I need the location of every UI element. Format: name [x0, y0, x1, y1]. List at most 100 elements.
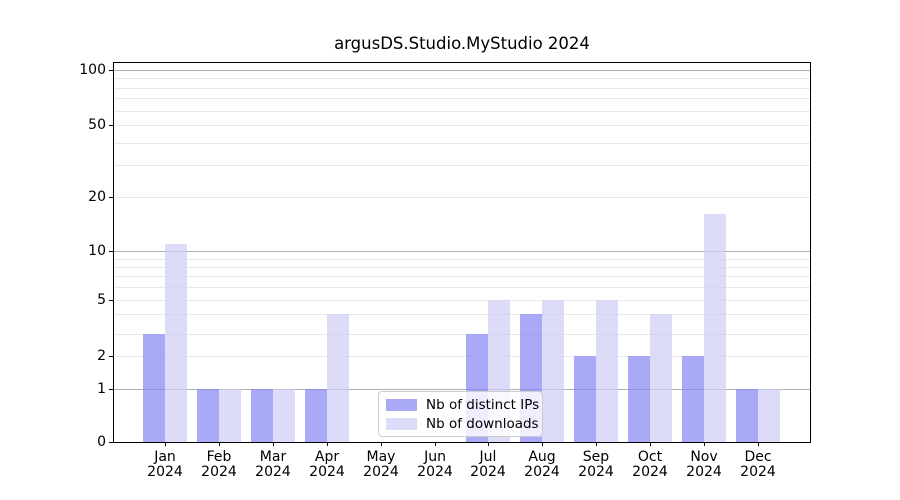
x-tick-label-nov: Nov2024: [674, 450, 734, 480]
x-tick-label-jun: Jun2024: [405, 450, 465, 480]
legend: Nb of distinct IPs Nb of downloads: [378, 391, 543, 437]
x-tick-mark: [542, 442, 543, 446]
y-tick-label-2: 2: [36, 347, 106, 365]
y-tick-mark: [109, 251, 113, 252]
legend-swatch-downloads: [386, 418, 417, 430]
bar-downloads-feb: [219, 389, 241, 442]
y-tick-mark: [109, 197, 113, 198]
x-tick-year: 2024: [135, 465, 195, 480]
gridline-minor: [114, 197, 810, 198]
x-tick-month: May: [351, 450, 411, 465]
x-tick-year: 2024: [674, 465, 734, 480]
x-tick-year: 2024: [243, 465, 303, 480]
x-tick-year: 2024: [512, 465, 572, 480]
plot-area: [113, 62, 811, 443]
y-tick-label-1: 1: [36, 380, 106, 398]
x-tick-mark: [704, 442, 705, 446]
x-tick-month: Jun: [405, 450, 465, 465]
x-tick-year: 2024: [566, 465, 626, 480]
bar-downloads-dec: [758, 389, 780, 442]
x-tick-month: Nov: [674, 450, 734, 465]
chart: argusDS.Studio.MyStudio 2024 Nb of disti…: [0, 0, 900, 500]
x-tick-label-may: May2024: [351, 450, 411, 480]
x-tick-mark: [488, 442, 489, 446]
bar-distinct-ips-nov: [682, 356, 704, 442]
x-tick-mark: [165, 442, 166, 446]
gridline-minor: [114, 111, 810, 112]
gridline-minor: [114, 165, 810, 166]
x-tick-mark: [273, 442, 274, 446]
x-tick-year: 2024: [351, 465, 411, 480]
x-tick-month: Aug: [512, 450, 572, 465]
x-tick-label-feb: Feb2024: [189, 450, 249, 480]
x-tick-month: Jul: [458, 450, 518, 465]
x-tick-year: 2024: [458, 465, 518, 480]
x-tick-year: 2024: [297, 465, 357, 480]
x-tick-month: Mar: [243, 450, 303, 465]
gridline-minor: [114, 88, 810, 89]
bar-downloads-apr: [327, 314, 349, 442]
y-tick-label-0: 0: [36, 433, 106, 451]
bar-distinct-ips-sep: [574, 356, 596, 442]
y-tick-mark: [109, 70, 113, 71]
x-tick-label-aug: Aug2024: [512, 450, 572, 480]
bar-distinct-ips-jan: [143, 334, 165, 442]
x-tick-label-jan: Jan2024: [135, 450, 195, 480]
y-tick-label-20: 20: [36, 188, 106, 206]
y-tick-mark: [109, 125, 113, 126]
x-tick-month: Apr: [297, 450, 357, 465]
gridline-minor: [114, 98, 810, 99]
bar-downloads-oct: [650, 314, 672, 442]
legend-item-downloads: Nb of downloads: [386, 416, 534, 432]
x-tick-month: Oct: [620, 450, 680, 465]
y-tick-label-50: 50: [36, 116, 106, 134]
x-tick-month: Feb: [189, 450, 249, 465]
x-tick-year: 2024: [405, 465, 465, 480]
x-tick-mark: [758, 442, 759, 446]
legend-label-downloads: Nb of downloads: [426, 416, 539, 432]
x-tick-label-sep: Sep2024: [566, 450, 626, 480]
gridline-minor: [114, 143, 810, 144]
x-tick-mark: [381, 442, 382, 446]
x-tick-mark: [596, 442, 597, 446]
bar-downloads-sep: [596, 300, 618, 442]
y-tick-mark: [109, 442, 113, 443]
bar-downloads-nov: [704, 214, 726, 442]
x-tick-label-oct: Oct2024: [620, 450, 680, 480]
legend-item-distinct-ips: Nb of distinct IPs: [386, 397, 534, 413]
y-tick-label-5: 5: [36, 291, 106, 309]
bar-distinct-ips-apr: [305, 389, 327, 442]
x-tick-mark: [327, 442, 328, 446]
y-tick-mark: [109, 389, 113, 390]
bar-downloads-aug: [542, 300, 564, 442]
gridline-minor: [114, 78, 810, 79]
x-tick-mark: [435, 442, 436, 446]
y-tick-label-10: 10: [36, 242, 106, 260]
x-tick-label-apr: Apr2024: [297, 450, 357, 480]
x-tick-month: Sep: [566, 450, 626, 465]
bar-downloads-jan: [165, 244, 187, 442]
x-tick-month: Dec: [728, 450, 788, 465]
gridline-minor: [114, 125, 810, 126]
y-tick-mark: [109, 356, 113, 357]
legend-swatch-distinct-ips: [386, 399, 417, 411]
gridline-major: [114, 70, 810, 71]
bar-distinct-ips-mar: [251, 389, 273, 442]
x-tick-mark: [219, 442, 220, 446]
x-tick-mark: [650, 442, 651, 446]
y-tick-mark: [109, 300, 113, 301]
legend-label-distinct-ips: Nb of distinct IPs: [426, 397, 539, 413]
x-tick-month: Jan: [135, 450, 195, 465]
x-tick-label-mar: Mar2024: [243, 450, 303, 480]
chart-title: argusDS.Studio.MyStudio 2024: [113, 34, 811, 53]
x-tick-year: 2024: [728, 465, 788, 480]
x-tick-year: 2024: [620, 465, 680, 480]
bar-distinct-ips-oct: [628, 356, 650, 442]
x-tick-year: 2024: [189, 465, 249, 480]
bar-distinct-ips-dec: [736, 389, 758, 442]
y-tick-label-100: 100: [36, 61, 106, 79]
x-tick-label-jul: Jul2024: [458, 450, 518, 480]
bar-distinct-ips-feb: [197, 389, 219, 442]
x-tick-label-dec: Dec2024: [728, 450, 788, 480]
bar-downloads-mar: [273, 389, 295, 442]
